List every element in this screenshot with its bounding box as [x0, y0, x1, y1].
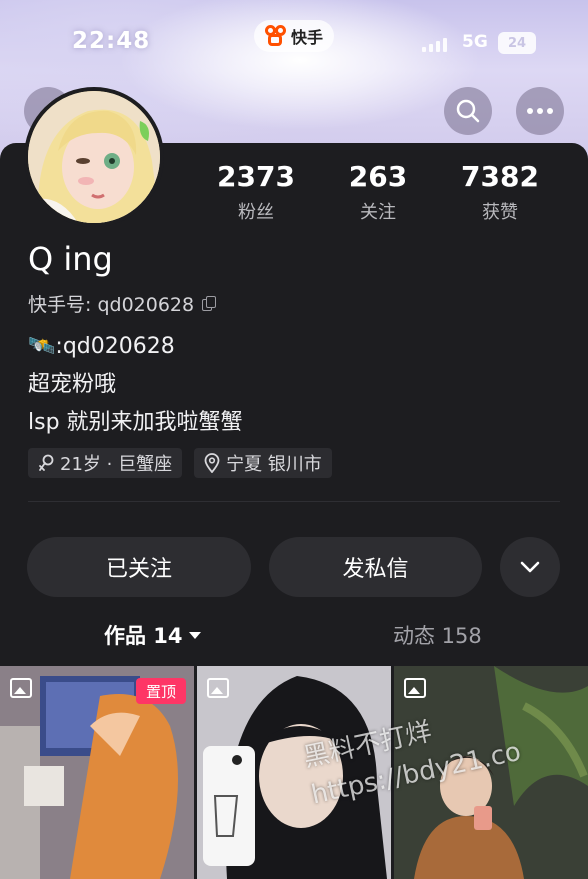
send-message-button[interactable]: 发私信	[269, 537, 482, 597]
tag-text: 21岁 · 巨蟹座	[60, 454, 173, 475]
tab-moments[interactable]: 动态 158	[393, 620, 482, 650]
stat-label: 获赞	[482, 202, 518, 223]
bio-line: 🛰️ :qd020628	[28, 328, 243, 366]
app-badge: 快手	[254, 20, 334, 52]
kuaishou-id-row[interactable]: 快手号: qd020628	[28, 290, 218, 317]
stat-value: 7382	[461, 160, 539, 193]
expand-button[interactable]	[500, 537, 560, 597]
stat-following[interactable]: 263 关注	[318, 160, 438, 224]
pinned-badge: 置顶	[136, 678, 186, 704]
profile-tags: 21岁 · 巨蟹座 宁夏 银川市	[28, 448, 332, 478]
stat-value: 2373	[217, 160, 295, 193]
stat-followers[interactable]: 2373 粉丝	[196, 160, 316, 224]
stat-value: 263	[348, 160, 408, 193]
tab-label: 作品 14	[104, 624, 183, 648]
more-dots-icon	[527, 108, 553, 114]
gender-female-icon	[39, 454, 54, 471]
network-type: 5G	[462, 32, 488, 52]
stat-label: 关注	[360, 202, 396, 223]
work-thumbnail[interactable]: 置顶	[0, 666, 194, 879]
tab-works[interactable]: 作品 14	[104, 620, 201, 650]
tab-label: 动态 158	[393, 624, 482, 648]
divider	[28, 501, 560, 502]
photo-album-icon	[10, 678, 32, 698]
photo-album-icon	[207, 678, 229, 698]
followed-button[interactable]: 已关注	[27, 537, 251, 597]
more-button[interactable]	[516, 87, 564, 135]
location-tag[interactable]: 宁夏 银川市	[194, 448, 332, 478]
status-time: 22:48	[72, 28, 151, 54]
photo-album-icon	[404, 678, 426, 698]
tag-text: 宁夏 银川市	[226, 454, 322, 475]
bio-line: 超宠粉哦	[28, 372, 117, 397]
bio-contact: :qd020628	[55, 334, 175, 359]
battery-icon: 24	[498, 32, 536, 54]
stat-likes[interactable]: 7382 获赞	[440, 160, 560, 224]
copy-icon[interactable]	[202, 295, 218, 312]
kuaishou-id-label: 快手号:	[28, 294, 98, 316]
status-bar: 22:48 快手 5G 24	[0, 0, 588, 88]
profile-tabs: 作品 14 动态 158	[0, 620, 588, 654]
kuaishou-logo-icon	[264, 25, 287, 47]
signal-icon	[422, 38, 447, 52]
bio: 🛰️ :qd020628 超宠粉哦 lsp 就别来加我啦蟹蟹	[28, 328, 243, 442]
search-button[interactable]	[444, 87, 492, 135]
chevron-down-icon	[520, 561, 540, 573]
kuaishou-id: qd020628	[97, 294, 195, 316]
nickname: Q ing	[28, 240, 113, 278]
app-name: 快手	[290, 28, 323, 47]
avatar[interactable]	[24, 87, 164, 227]
location-pin-icon	[204, 453, 220, 473]
satellite-icon: 🛰️	[28, 334, 56, 359]
kuaishou-id-text: 快手号: qd020628	[28, 290, 194, 317]
bio-line: lsp 就别来加我啦蟹蟹	[28, 410, 243, 435]
caret-down-icon	[188, 631, 201, 639]
avatar-illustration	[28, 91, 160, 223]
age-zodiac-tag[interactable]: 21岁 · 巨蟹座	[28, 448, 183, 478]
search-icon	[456, 99, 480, 123]
stat-label: 粉丝	[238, 202, 274, 223]
